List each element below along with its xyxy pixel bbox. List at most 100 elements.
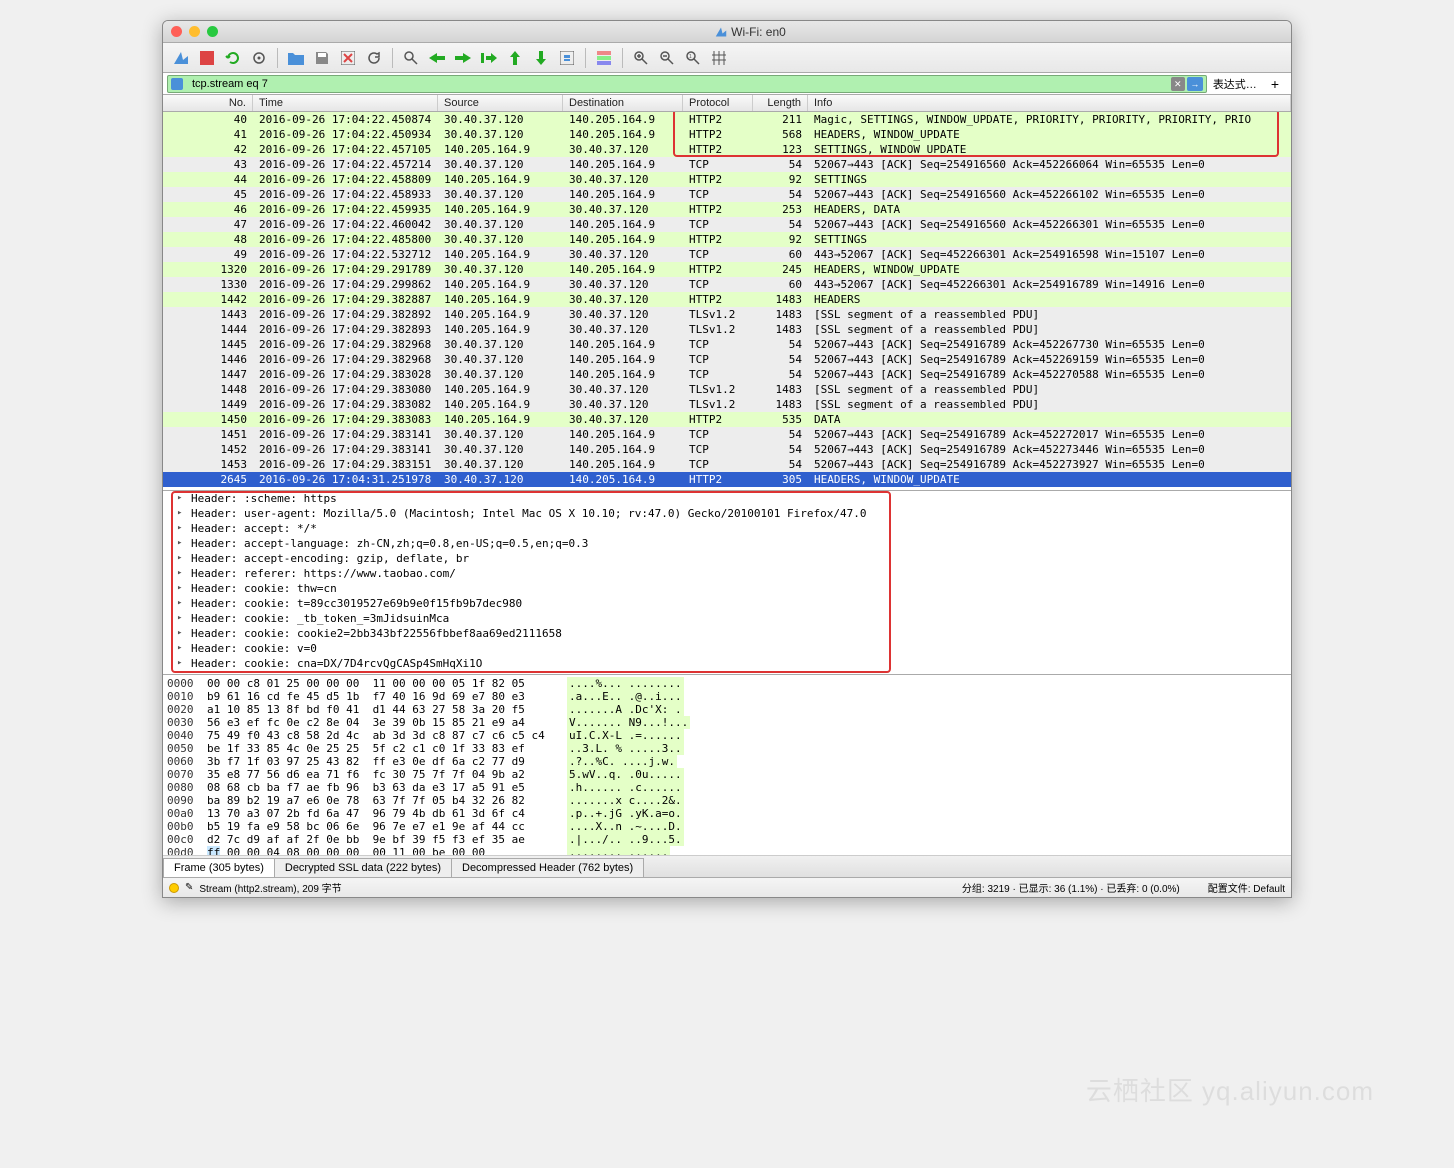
packet-row[interactable]: 14492016-09-26 17:04:29.383082140.205.16…	[163, 397, 1291, 412]
zoom-out-button[interactable]	[655, 46, 679, 70]
expression-button[interactable]: 表达式…	[1207, 76, 1263, 92]
expert-info-icon[interactable]	[169, 883, 179, 893]
packet-list-header: No. Time Source Destination Protocol Len…	[163, 95, 1291, 112]
colorize-button[interactable]	[592, 46, 616, 70]
packet-row[interactable]: 14522016-09-26 17:04:29.38314130.40.37.1…	[163, 442, 1291, 457]
hex-row[interactable]: 00a013 70 a3 07 2b fd 6a 47 96 79 4b db …	[167, 807, 1287, 820]
add-filter-button[interactable]: +	[1263, 76, 1287, 92]
hex-row[interactable]: 0050be 1f 33 85 4c 0e 25 25 5f c2 c1 c0 …	[167, 742, 1287, 755]
start-capture-button[interactable]	[169, 46, 193, 70]
hex-row[interactable]: 00603b f7 1f 03 97 25 43 82 ff e3 0e df …	[167, 755, 1287, 768]
detail-line[interactable]: Header: cookie: cookie2=2bb343bf22556fbb…	[163, 626, 1291, 641]
options-button[interactable]	[247, 46, 271, 70]
goto-packet-button[interactable]	[477, 46, 501, 70]
prev-packet-button[interactable]	[425, 46, 449, 70]
zoom-button[interactable]	[207, 26, 218, 37]
packet-row[interactable]: 13302016-09-26 17:04:29.299862140.205.16…	[163, 277, 1291, 292]
tab-frame[interactable]: Frame (305 bytes)	[163, 858, 275, 877]
col-header-time[interactable]: Time	[253, 95, 438, 111]
packet-row[interactable]: 402016-09-26 17:04:22.45087430.40.37.120…	[163, 112, 1291, 127]
tab-decompressed[interactable]: Decompressed Header (762 bytes)	[451, 858, 644, 877]
packet-row[interactable]: 432016-09-26 17:04:22.45721430.40.37.120…	[163, 157, 1291, 172]
col-header-dest[interactable]: Destination	[563, 95, 683, 111]
hex-row[interactable]: 0090ba 89 b2 19 a7 e6 0e 78 63 7f 7f 05 …	[167, 794, 1287, 807]
status-right[interactable]: 配置文件: Default	[1208, 880, 1285, 895]
toolbar: 1	[163, 43, 1291, 73]
hex-row[interactable]: 00d0ff 00 00 04 08 00 00 00 00 11 00 be …	[167, 846, 1287, 855]
packet-row[interactable]: 14452016-09-26 17:04:29.38296830.40.37.1…	[163, 337, 1291, 352]
reload-button[interactable]	[362, 46, 386, 70]
col-header-length[interactable]: Length	[753, 95, 808, 111]
detail-line[interactable]: Header: :scheme: https	[163, 491, 1291, 506]
display-filter-input[interactable]	[167, 75, 1207, 93]
packet-row[interactable]: 422016-09-26 17:04:22.457105140.205.164.…	[163, 142, 1291, 157]
close-file-button[interactable]	[336, 46, 360, 70]
watermark: 云栖社区 yq.aliyun.com	[1086, 1071, 1374, 1108]
find-button[interactable]	[399, 46, 423, 70]
restart-capture-button[interactable]	[221, 46, 245, 70]
autoscroll-button[interactable]	[555, 46, 579, 70]
packet-row[interactable]: 452016-09-26 17:04:22.45893330.40.37.120…	[163, 187, 1291, 202]
packet-details[interactable]: Header: :scheme: httpsHeader: user-agent…	[163, 490, 1291, 675]
minimize-button[interactable]	[189, 26, 200, 37]
packet-list-body[interactable]: 402016-09-26 17:04:22.45087430.40.37.120…	[163, 112, 1291, 490]
packet-row[interactable]: 14512016-09-26 17:04:29.38314130.40.37.1…	[163, 427, 1291, 442]
packet-row[interactable]: 14462016-09-26 17:04:29.38296830.40.37.1…	[163, 352, 1291, 367]
edit-icon[interactable]: ✎	[185, 882, 193, 893]
detail-line[interactable]: Header: cookie: t=89cc3019527e69b9e0f15f…	[163, 596, 1291, 611]
hex-row[interactable]: 0020a1 10 85 13 8f bd f0 41 d1 44 63 27 …	[167, 703, 1287, 716]
packet-row[interactable]: 14482016-09-26 17:04:29.383080140.205.16…	[163, 382, 1291, 397]
col-header-source[interactable]: Source	[438, 95, 563, 111]
hex-row[interactable]: 00b0b5 19 fa e9 58 bc 06 6e 96 7e e7 e1 …	[167, 820, 1287, 833]
clear-filter-button[interactable]: ✕	[1171, 77, 1185, 91]
detail-line[interactable]: Header: cookie: _tb_token_=3mJidsuinMca	[163, 611, 1291, 626]
hex-row[interactable]: 00c0d2 7c d9 af af 2f 0e bb 9e bf 39 f5 …	[167, 833, 1287, 846]
hex-row[interactable]: 000000 00 c8 01 25 00 00 00 11 00 00 00 …	[167, 677, 1287, 690]
col-header-proto[interactable]: Protocol	[683, 95, 753, 111]
packet-row[interactable]: 14432016-09-26 17:04:29.382892140.205.16…	[163, 307, 1291, 322]
hex-row[interactable]: 008008 68 cb ba f7 ae fb 96 b3 63 da e3 …	[167, 781, 1287, 794]
packet-row[interactable]: 482016-09-26 17:04:22.48580030.40.37.120…	[163, 232, 1291, 247]
packet-row[interactable]: 14422016-09-26 17:04:29.382887140.205.16…	[163, 292, 1291, 307]
col-header-no[interactable]: No.	[163, 95, 253, 111]
detail-line[interactable]: Header: accept-encoding: gzip, deflate, …	[163, 551, 1291, 566]
detail-line[interactable]: Header: accept: */*	[163, 521, 1291, 536]
zoom-in-button[interactable]	[629, 46, 653, 70]
titlebar: Wi-Fi: en0	[163, 21, 1291, 43]
detail-line[interactable]: Header: cookie: cna=DX/7D4rcvQgCASp4SmHq…	[163, 656, 1291, 671]
apply-filter-button[interactable]: →	[1187, 77, 1203, 91]
detail-line[interactable]: Header: cookie: v=0	[163, 641, 1291, 656]
zoom-reset-button[interactable]: 1	[681, 46, 705, 70]
packet-row[interactable]: 26452016-09-26 17:04:31.25197830.40.37.1…	[163, 472, 1291, 487]
packet-row[interactable]: 492016-09-26 17:04:22.532712140.205.164.…	[163, 247, 1291, 262]
goto-first-button[interactable]	[503, 46, 527, 70]
detail-line[interactable]: Header: user-agent: Mozilla/5.0 (Macinto…	[163, 506, 1291, 521]
close-button[interactable]	[171, 26, 182, 37]
save-button[interactable]	[310, 46, 334, 70]
packet-row[interactable]: 14502016-09-26 17:04:29.383083140.205.16…	[163, 412, 1291, 427]
resize-columns-button[interactable]	[707, 46, 731, 70]
col-header-info[interactable]: Info	[808, 95, 1291, 111]
packet-row[interactable]: 462016-09-26 17:04:22.459935140.205.164.…	[163, 202, 1291, 217]
hex-row[interactable]: 007035 e8 77 56 d6 ea 71 f6 fc 30 75 7f …	[167, 768, 1287, 781]
hex-row[interactable]: 0010b9 61 16 cd fe 45 d5 1b f7 40 16 9d …	[167, 690, 1287, 703]
filter-bookmark-icon[interactable]	[171, 78, 183, 90]
packet-row[interactable]: 14442016-09-26 17:04:29.382893140.205.16…	[163, 322, 1291, 337]
packet-row[interactable]: 13202016-09-26 17:04:29.29178930.40.37.1…	[163, 262, 1291, 277]
packet-row[interactable]: 412016-09-26 17:04:22.45093430.40.37.120…	[163, 127, 1291, 142]
hex-row[interactable]: 004075 49 f0 43 c8 58 2d 4c ab 3d 3d c8 …	[167, 729, 1287, 742]
open-file-button[interactable]	[284, 46, 308, 70]
next-packet-button[interactable]	[451, 46, 475, 70]
packet-row[interactable]: 14472016-09-26 17:04:29.38302830.40.37.1…	[163, 367, 1291, 382]
detail-line[interactable]: Header: accept-language: zh-CN,zh;q=0.8,…	[163, 536, 1291, 551]
detail-line[interactable]: Header: referer: https://www.taobao.com/	[163, 566, 1291, 581]
packet-row[interactable]: 472016-09-26 17:04:22.46004230.40.37.120…	[163, 217, 1291, 232]
packet-row[interactable]: 14532016-09-26 17:04:29.38315130.40.37.1…	[163, 457, 1291, 472]
packet-row[interactable]: 442016-09-26 17:04:22.458809140.205.164.…	[163, 172, 1291, 187]
tab-decrypted[interactable]: Decrypted SSL data (222 bytes)	[274, 858, 452, 877]
hex-dump[interactable]: 000000 00 c8 01 25 00 00 00 11 00 00 00 …	[163, 675, 1291, 855]
goto-last-button[interactable]	[529, 46, 553, 70]
hex-row[interactable]: 003056 e3 ef fc 0e c2 8e 04 3e 39 0b 15 …	[167, 716, 1287, 729]
stop-capture-button[interactable]	[195, 46, 219, 70]
detail-line[interactable]: Header: cookie: thw=cn	[163, 581, 1291, 596]
